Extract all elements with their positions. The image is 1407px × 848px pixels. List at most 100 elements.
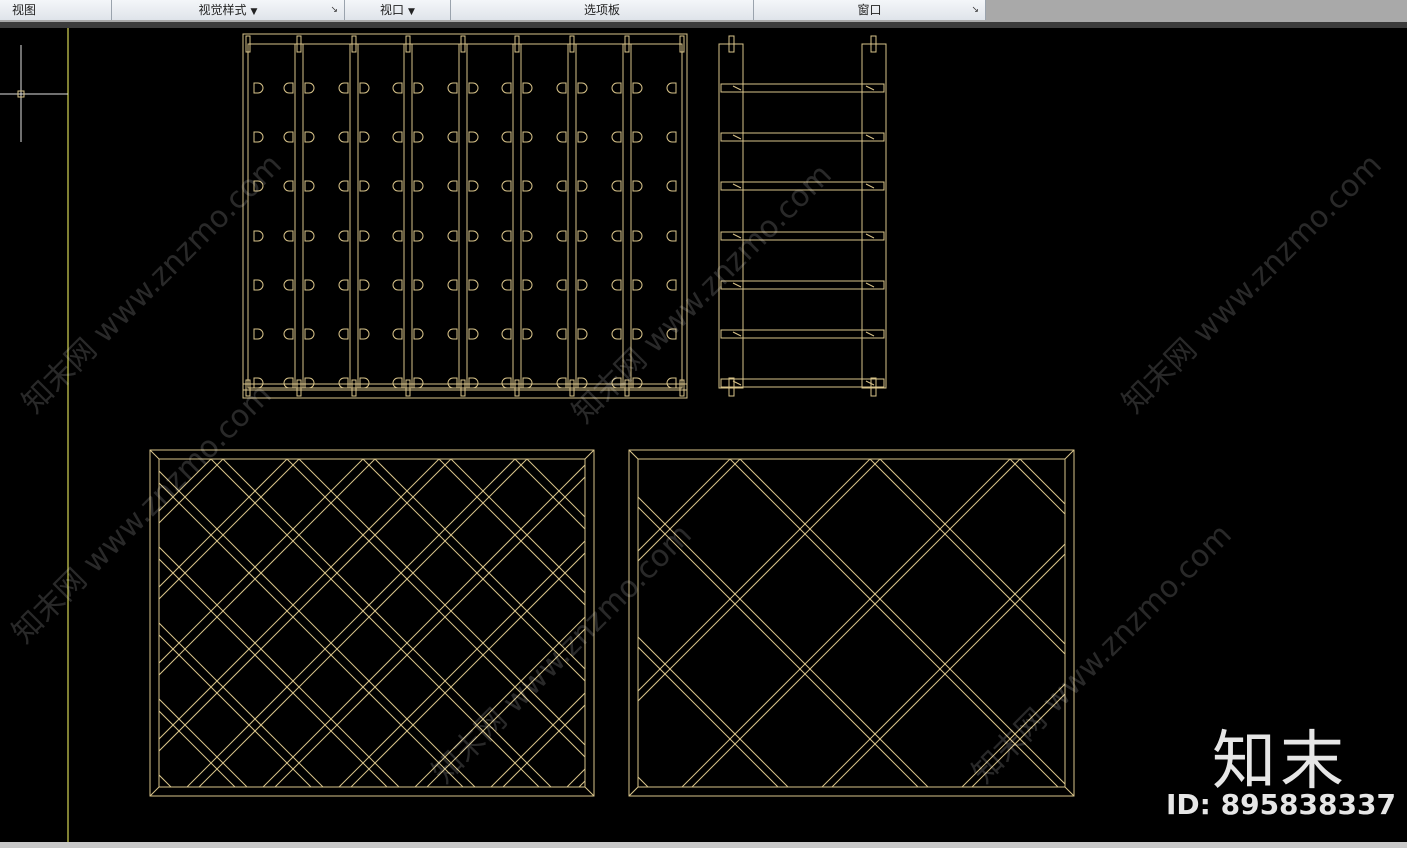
peg-hole	[468, 82, 479, 94]
peg-hole	[304, 328, 315, 340]
ribbon-panel-bar: 视图 视觉样式 ▼ ↘ 视口 ▼ 选项板 窗口 ↘	[0, 0, 1407, 22]
peg-hole	[283, 180, 294, 192]
peg-hole	[632, 82, 643, 94]
peg-hole	[468, 377, 479, 389]
peg-hole	[501, 230, 512, 242]
peg-hole	[611, 328, 622, 340]
peg-hole	[522, 377, 533, 389]
dialog-launcher-icon[interactable]: ↘	[330, 0, 338, 20]
dialog-launcher-icon[interactable]: ↘	[971, 0, 979, 20]
lattice-bar	[159, 482, 464, 787]
peg-hole	[666, 82, 677, 94]
side-post-right	[861, 43, 887, 389]
rung-mark	[865, 233, 875, 239]
peg-hole	[304, 279, 315, 291]
peg-hole	[501, 82, 512, 94]
peg-hole	[359, 377, 370, 389]
lattice-bar	[159, 558, 388, 787]
peg-hole	[283, 82, 294, 94]
peg-hole	[501, 328, 512, 340]
ribbon-panel-window-label: 窗口	[857, 3, 882, 17]
peg-hole	[522, 131, 533, 143]
peg-hole	[413, 131, 424, 143]
peg-hole	[338, 180, 349, 192]
ribbon-panel-window[interactable]: 窗口 ↘	[754, 0, 986, 20]
peg-hole	[253, 279, 264, 291]
peg-hole	[338, 131, 349, 143]
peg-hole	[577, 279, 588, 291]
lattice-bar	[374, 459, 585, 670]
peg-hole	[359, 328, 370, 340]
rung-mark	[865, 85, 875, 91]
status-bar	[0, 842, 1407, 848]
peg-hole	[447, 230, 458, 242]
cad-line	[1064, 786, 1075, 797]
peg-hole	[392, 82, 403, 94]
cad-line	[149, 449, 160, 460]
peg-hole	[611, 131, 622, 143]
lattice-bar	[362, 459, 585, 682]
peg-hole	[413, 279, 424, 291]
peg-hole	[304, 230, 315, 242]
ribbon-panel-visual-styles-label: 视觉样式	[198, 3, 247, 17]
ribbon-panel-view[interactable]: 视图	[0, 0, 112, 20]
ribbon-panel-viewports-label: 视口	[380, 3, 405, 17]
shelf-rung	[720, 378, 885, 388]
peg-hole	[447, 279, 458, 291]
peg-hole	[253, 230, 264, 242]
rung-mark	[732, 331, 742, 337]
lattice-bar	[159, 470, 476, 787]
peg-hole	[666, 131, 677, 143]
peg-hole	[304, 82, 315, 94]
peg-hole	[447, 131, 458, 143]
peg-hole	[522, 328, 533, 340]
ribbon-panel-palettes[interactable]: 选项板	[451, 0, 754, 20]
peg-hole	[556, 180, 567, 192]
peg-hole	[577, 230, 588, 242]
peg-hole	[611, 82, 622, 94]
peg-hole	[392, 279, 403, 291]
lattice-bar	[272, 459, 600, 787]
peg-hole	[522, 82, 533, 94]
lattice-bar	[274, 476, 585, 787]
peg-hole	[392, 131, 403, 143]
peg-hole	[611, 279, 622, 291]
peg-hole	[501, 131, 512, 143]
cad-line	[149, 786, 160, 797]
peg-hole	[556, 82, 567, 94]
peg-hole	[556, 279, 567, 291]
chevron-down-icon[interactable]: ▼	[408, 7, 415, 17]
peg-hole	[577, 131, 588, 143]
peg-hole	[447, 180, 458, 192]
peg-hole	[413, 180, 424, 192]
lattice-bar	[132, 459, 460, 787]
peg-hole	[359, 230, 370, 242]
peg-hole	[413, 377, 424, 389]
ribbon-panel-visual-styles[interactable]: 视觉样式 ▼ ↘	[112, 0, 345, 20]
rung-mark	[865, 183, 875, 189]
peg-hole	[632, 279, 643, 291]
lattice-bar	[578, 780, 585, 787]
peg-hole	[338, 82, 349, 94]
peg-hole	[283, 279, 294, 291]
peg-hole	[468, 328, 479, 340]
peg-hole	[468, 279, 479, 291]
rung-mark	[865, 282, 875, 288]
lattice-bar	[262, 464, 585, 787]
rung-mark	[732, 134, 742, 140]
peg-hole	[338, 279, 349, 291]
peg-hole	[392, 230, 403, 242]
ribbon-panel-viewports[interactable]: 视口 ▼	[345, 0, 451, 20]
chevron-down-icon[interactable]: ▼	[251, 7, 258, 17]
shelf-rung	[720, 280, 885, 290]
peg-hole	[283, 230, 294, 242]
cad-line	[1064, 449, 1075, 460]
rung-mark	[865, 134, 875, 140]
peg-hole	[522, 279, 533, 291]
peg-hole	[283, 131, 294, 143]
peg-hole	[392, 377, 403, 389]
peg-hole	[556, 230, 567, 242]
peg-hole	[501, 377, 512, 389]
peg-hole	[359, 82, 370, 94]
peg-hole	[392, 180, 403, 192]
